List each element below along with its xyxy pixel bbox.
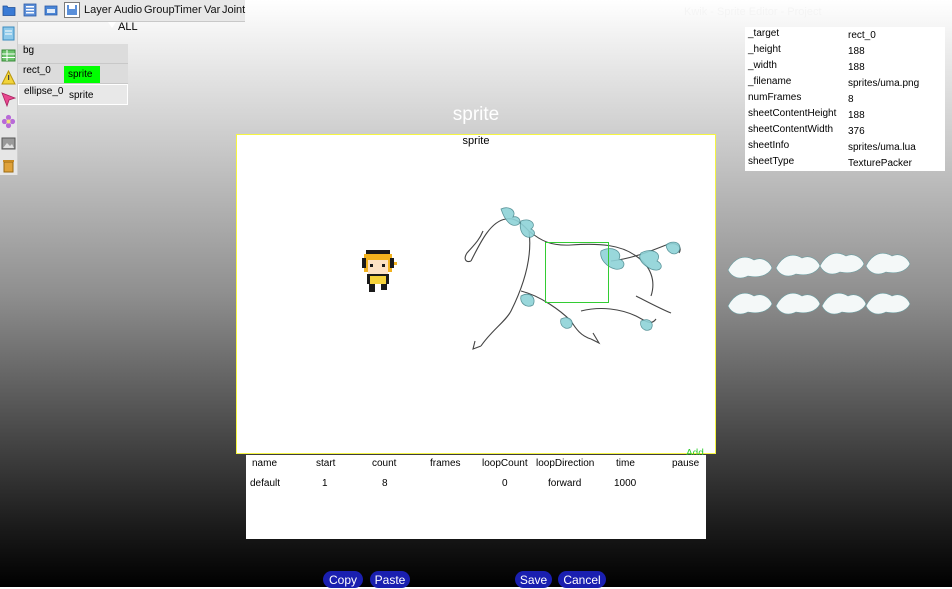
folder-icon[interactable] <box>2 3 16 17</box>
prop-key: _height <box>748 44 781 55</box>
image-icon[interactable] <box>1 136 16 151</box>
column-header: name <box>252 458 278 469</box>
prop-value[interactable]: 188 <box>848 110 865 121</box>
column-header: start <box>316 458 336 469</box>
layer-row-ellipse-0[interactable]: ellipse_0 sprite <box>18 84 128 105</box>
stage-canvas[interactable]: sprite <box>236 134 716 454</box>
menu-timer[interactable]: Timer <box>174 4 202 16</box>
cell-start[interactable]: 1 <box>322 478 328 489</box>
cell-loopdirection[interactable]: forward <box>548 478 581 489</box>
menu-joint[interactable]: Joint <box>222 4 245 16</box>
properties-panel: _target rect_0 _height 188 _width 188 _f… <box>745 27 945 171</box>
selection-box[interactable] <box>545 242 609 303</box>
sprite-sheet-preview <box>727 253 911 315</box>
cell-loopcount[interactable]: 0 <box>502 478 508 489</box>
prop-value[interactable]: 376 <box>848 126 865 137</box>
save-button[interactable]: Save <box>515 571 552 588</box>
cell-time[interactable]: 1000 <box>614 478 636 489</box>
warning-icon[interactable] <box>1 70 16 85</box>
list-icon[interactable] <box>23 3 37 17</box>
prop-value[interactable]: sprites/uma.png <box>848 78 919 89</box>
window-title: Kwik - Sprite Editor - Project <box>684 6 822 18</box>
prop-value[interactable]: sprites/uma.lua <box>848 142 916 153</box>
prop-key: sheetInfo <box>748 140 790 151</box>
layer-name: ellipse_0 <box>24 86 64 97</box>
trash-icon[interactable] <box>1 158 16 173</box>
layer-filter[interactable]: ALL <box>118 21 138 33</box>
cancel-button[interactable]: Cancel <box>558 571 606 588</box>
filter-dropdown-triangle-icon[interactable] <box>108 22 116 28</box>
column-header: count <box>372 458 397 469</box>
window-icon[interactable] <box>44 3 58 17</box>
prop-value[interactable]: 8 <box>848 94 854 105</box>
prop-key: sheetContentHeight <box>748 108 837 119</box>
cell-count[interactable]: 8 <box>382 478 388 489</box>
prop-key: sheetType <box>748 156 795 167</box>
prop-key: _width <box>748 60 777 71</box>
prop-value[interactable]: TexturePacker <box>848 158 912 169</box>
column-header: loopCount <box>482 458 528 469</box>
column-header: frames <box>430 458 461 469</box>
prop-value[interactable]: 188 <box>848 62 865 73</box>
prop-value[interactable]: 188 <box>848 46 865 57</box>
column-header: loopDirection <box>536 458 595 469</box>
sequence-table: name start count frames loopCount loopDi… <box>246 455 706 539</box>
layer-type-tag[interactable]: sprite <box>65 87 101 104</box>
layer-type-tag[interactable]: sprite <box>64 66 100 83</box>
save-disk-icon[interactable] <box>64 2 80 18</box>
menu-layer[interactable]: Layer <box>84 4 112 16</box>
table-row[interactable]: default 1 8 0 forward 1000 <box>246 476 706 492</box>
top-toolbar: Layer Audio Group Timer Var Joint <box>0 0 245 22</box>
character-sprite[interactable] <box>359 248 397 298</box>
layer-row-bg[interactable]: bg <box>18 44 128 64</box>
prop-key: numFrames <box>748 92 802 103</box>
menu-group[interactable]: Group <box>144 4 175 16</box>
canvas-label: sprite <box>462 135 490 147</box>
layer-name: bg <box>23 45 35 56</box>
prop-value[interactable]: rect_0 <box>848 30 876 41</box>
column-header: pause <box>672 458 700 469</box>
menu-audio[interactable]: Audio <box>114 4 142 16</box>
prop-key: _target <box>748 28 780 39</box>
menu-var[interactable]: Var <box>204 4 220 16</box>
layer-name: rect_0 <box>23 65 51 76</box>
prop-key: sheetContentWidth <box>748 124 834 135</box>
prop-key: _filename <box>748 76 792 87</box>
cell-name[interactable]: default <box>250 478 280 489</box>
document-icon[interactable] <box>1 26 16 41</box>
column-header: time <box>616 458 635 469</box>
left-tool-strip <box>0 22 18 175</box>
table-icon[interactable] <box>1 48 16 63</box>
layer-row-rect-0[interactable]: rect_0 sprite <box>18 64 128 84</box>
copy-button[interactable]: Copy <box>323 571 363 588</box>
paste-button[interactable]: Paste <box>370 571 410 588</box>
